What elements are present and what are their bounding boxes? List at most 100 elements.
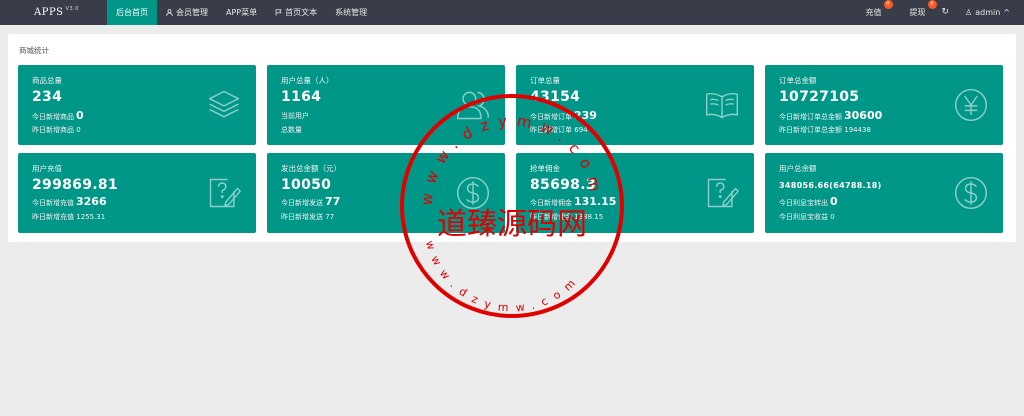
recharge-label: 充值 [865, 8, 882, 17]
card-value: 10050 [281, 177, 332, 193]
card-line-label: 昨日新增订单 [530, 126, 572, 134]
card-value: 10727105 [779, 89, 860, 105]
card-line-yesterday: 昨日新增订单 694 [530, 125, 588, 135]
card-line-label: 今日新增发送 [281, 199, 323, 207]
nav-item-home-text[interactable]: 首页文本 [266, 0, 326, 25]
flag-icon [275, 9, 282, 16]
card-line-yesterday: 昨日新增发送 77 [281, 212, 334, 222]
right-nav: 充值 0 提现 0 ↻ ♙ admin ^ [866, 0, 1024, 25]
card-line-value: 77 [325, 195, 341, 208]
card-line-value: 0 [76, 109, 84, 122]
chevron-up-icon: ^ [1003, 8, 1010, 17]
card-line-today: 今日新增订单总金额 30600 [779, 109, 882, 122]
card-value: 348056.66(64788.18) [779, 181, 882, 190]
stat-card-order-amount[interactable]: 订单总金额 10727105 今日新增订单总金额 30600 昨日新增订单总金额 … [765, 65, 1003, 145]
nav-item-label: APP菜单 [226, 8, 258, 17]
card-line-value: 694 [574, 126, 588, 134]
card-title: 用户总余额 [779, 164, 817, 173]
card-line-value: 131.15 [574, 195, 617, 208]
stat-card-balance[interactable]: 用户总余额 348056.66(64788.18) 今日利息宝转出 0 今日利息宝… [765, 153, 1003, 233]
card-line-yesterday: 昨日新增充值 1255.31 [32, 212, 105, 222]
top-navbar: APPS V3.0 后台首页 会员管理 APP菜单 首页文本 系统管理 充值 0 提… [0, 0, 1024, 25]
card-value: 85698.3 [530, 177, 596, 193]
stat-card-commission[interactable]: 抢单佣金 85698.3 今日新增佣金 131.15 昨日新增佣金 1388.15 [516, 153, 754, 233]
card-title: 订单总量 [530, 76, 560, 85]
nav-item-label: 首页文本 [285, 8, 318, 17]
card-line-interest-out: 今日利息宝转出 0 [779, 195, 838, 208]
nav-item-label: 后台首页 [116, 8, 148, 17]
card-line-value: 1388.15 [574, 213, 604, 221]
card-line-today: 今日新增充值 3266 [32, 195, 107, 208]
card-line-today: 今日新增佣金 131.15 [530, 195, 616, 208]
card-line-today: 今日新增发送 77 [281, 195, 340, 208]
username: admin [975, 8, 1001, 17]
card-line-label: 今日利息宝转出 [779, 199, 828, 207]
card-title: 订单总金额 [779, 76, 817, 85]
nav-item-label: 会员管理 [176, 8, 208, 17]
withdraw-link[interactable]: 提现 0 [909, 0, 937, 25]
card-title: 发出总金额（元） [281, 164, 341, 173]
card-line-value: 30600 [844, 109, 883, 122]
withdraw-label: 提现 [909, 8, 926, 17]
card-title: 抢单佣金 [530, 164, 560, 173]
card-line-label: 今日新增订单总金额 [779, 113, 842, 121]
card-title: 用户总量（人） [281, 76, 334, 85]
user-menu[interactable]: ♙ admin ^ [965, 0, 1010, 25]
dollar-icon [954, 176, 988, 210]
yen-icon [954, 88, 988, 122]
main-nav: 后台首页 会员管理 APP菜单 首页文本 系统管理 [107, 0, 376, 25]
card-line-yesterday: 昨日新增订单总金额 194438 [779, 125, 871, 135]
card-value: 43154 [530, 89, 581, 105]
recharge-link[interactable]: 充值 0 [865, 0, 893, 25]
card-line-label: 总数量 [281, 126, 302, 134]
card-line-value: 0 [830, 195, 838, 208]
logo-version: V3.0 [65, 6, 79, 12]
card-line-today: 今日新增订单 239 [530, 109, 597, 122]
stat-card-orders[interactable]: 订单总量 43154 今日新增订单 239 昨日新增订单 694 [516, 65, 754, 145]
card-line-interest-income: 今日利息宝收益 0 [779, 212, 835, 222]
card-line-label: 昨日新增发送 [281, 213, 323, 221]
card-line-value: 194438 [844, 126, 871, 134]
card-line-yesterday: 昨日新增商品 0 [32, 125, 81, 135]
withdraw-badge: 0 [927, 0, 937, 9]
card-line-value: 1255.31 [76, 213, 106, 221]
card-value: 234 [32, 89, 63, 105]
card-line-label: 昨日新增佣金 [530, 213, 572, 221]
card-line-label: 今日新增商品 [32, 113, 74, 121]
card-line-yesterday: 昨日新增佣金 1388.15 [530, 212, 603, 222]
stat-card-products[interactable]: 商品总量 234 今日新增商品 0 昨日新增商品 0 [18, 65, 256, 145]
recharge-badge: 0 [883, 0, 893, 9]
nav-item-app-menu[interactable]: APP菜单 [217, 0, 266, 25]
stamp-url-bottom: www.dzymw.com [423, 239, 584, 315]
card-line-value: 77 [325, 213, 335, 221]
card-value: 299869.81 [32, 177, 118, 193]
book-icon [705, 92, 739, 119]
nav-item-label: 系统管理 [335, 8, 368, 17]
card-title: 商品总量 [32, 76, 62, 85]
card-line-label: 今日新增订单 [530, 113, 572, 121]
card-value: 1164 [281, 89, 322, 105]
card-line-label: 昨日新增充值 [32, 213, 74, 221]
card-line-total: 总数量 [281, 125, 302, 135]
card-line-value: 239 [574, 109, 597, 122]
layers-icon [208, 90, 240, 118]
card-line-label: 昨日新增商品 [32, 126, 74, 134]
logo-text: APPS [34, 7, 64, 18]
nav-item-home[interactable]: 后台首页 [107, 0, 157, 25]
nav-item-members[interactable]: 会员管理 [157, 0, 217, 25]
stat-card-recharge[interactable]: 用户充值 299869.81 今日新增充值 3266 昨日新增充值 1255.31 [18, 153, 256, 233]
stat-card-users[interactable]: 用户总量（人） 1164 当前用户 总数量 [267, 65, 505, 145]
dollar-icon [456, 176, 490, 210]
card-line-label: 今日新增充值 [32, 199, 74, 207]
card-line-label: 当前用户 [281, 112, 309, 120]
card-line-today: 今日新增商品 0 [32, 109, 84, 122]
card-line-value: 0 [830, 213, 835, 221]
stat-card-sent-amount[interactable]: 发出总金额（元） 10050 今日新增发送 77 昨日新增发送 77 [267, 153, 505, 233]
nav-item-system[interactable]: 系统管理 [326, 0, 376, 25]
user-icon [166, 9, 173, 16]
user-icon: ♙ [965, 8, 973, 17]
users-icon [456, 91, 490, 120]
app-logo[interactable]: APPS V3.0 [34, 6, 79, 18]
card-title: 用户充值 [32, 164, 62, 173]
refresh-icon[interactable]: ↻ [942, 0, 950, 25]
